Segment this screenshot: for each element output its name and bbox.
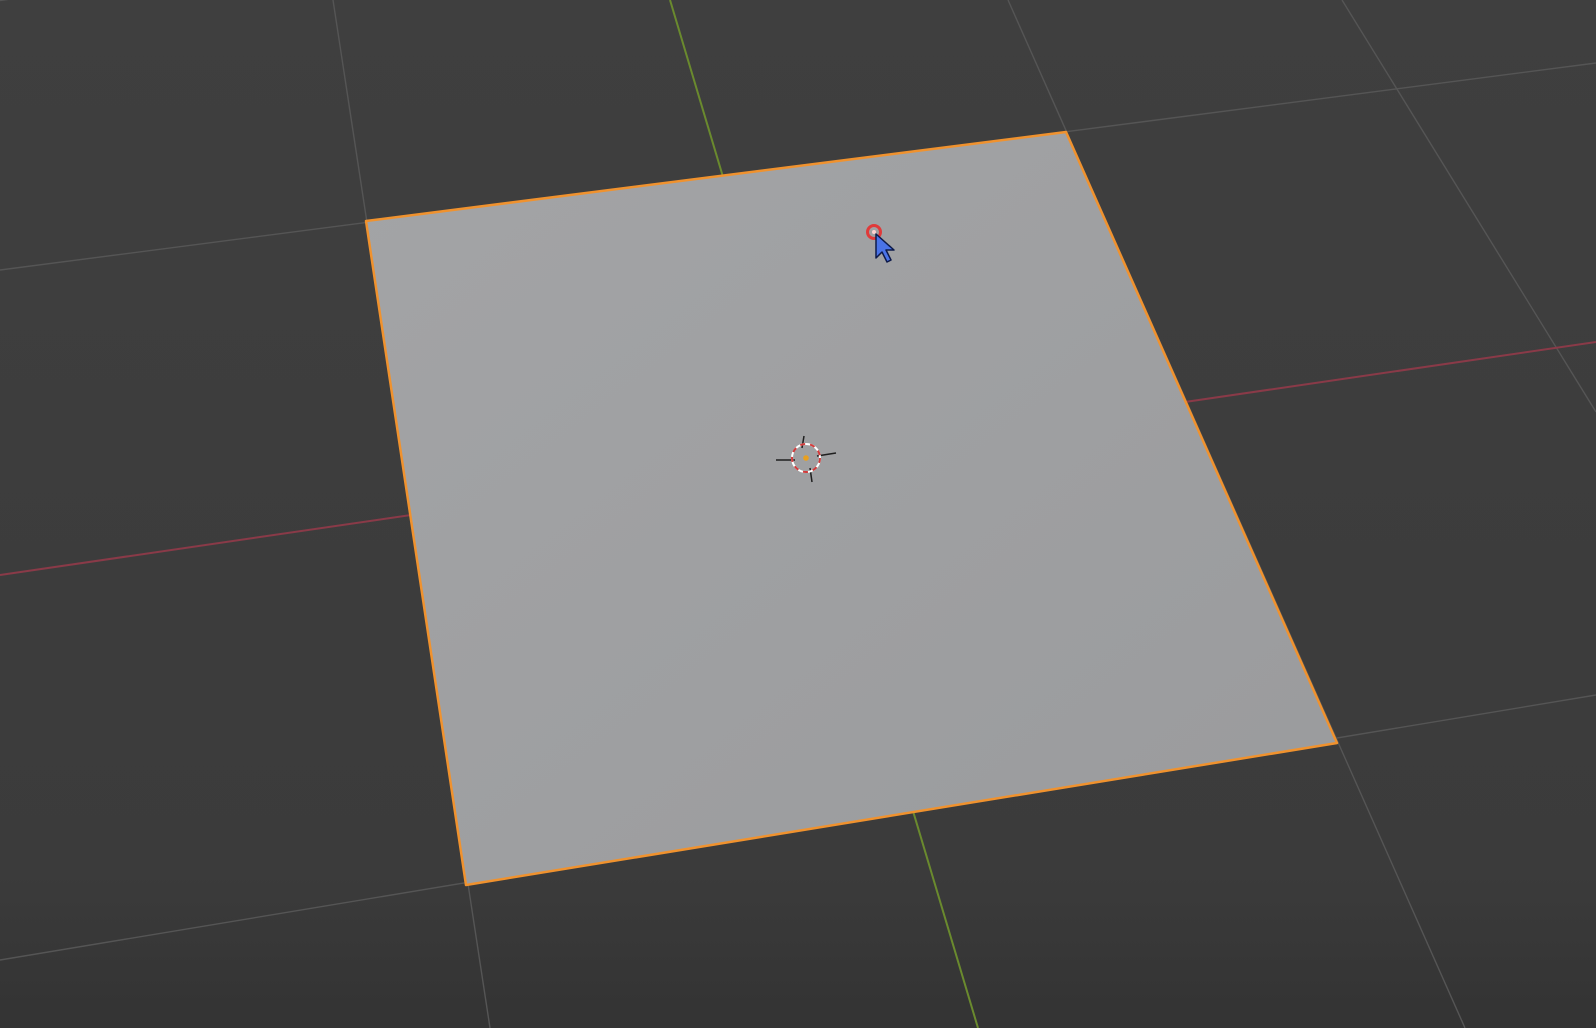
3d-viewport[interactable] — [0, 0, 1596, 1028]
